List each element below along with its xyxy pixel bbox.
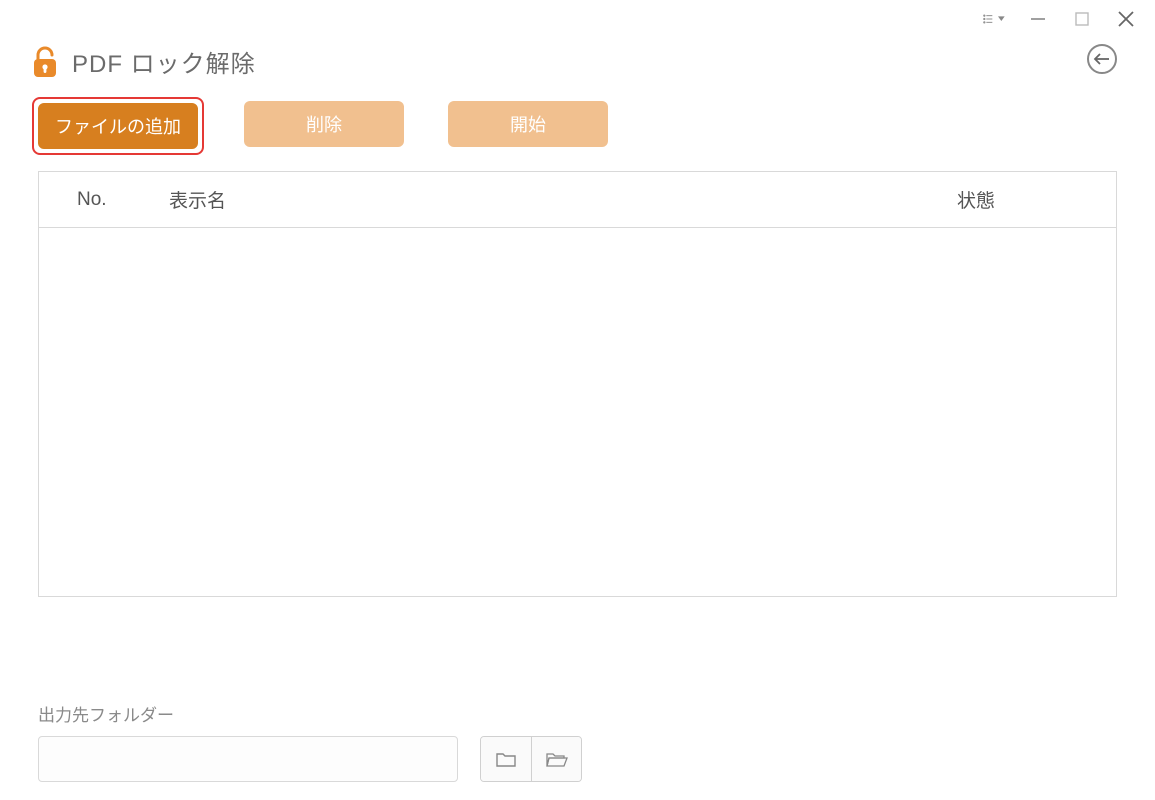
open-folder-button[interactable] bbox=[531, 737, 581, 781]
delete-button[interactable]: 削除 bbox=[244, 101, 404, 147]
start-button[interactable]: 開始 bbox=[448, 101, 608, 147]
back-arrow-icon bbox=[1093, 53, 1111, 65]
file-table: No. 表示名 状態 bbox=[38, 171, 1117, 597]
col-header-status: 状態 bbox=[836, 186, 1116, 213]
page-title: PDF ロック解除 bbox=[72, 44, 256, 79]
output-section: 出力先フォルダー bbox=[38, 701, 582, 782]
table-header: No. 表示名 状態 bbox=[39, 172, 1116, 228]
folder-open-icon bbox=[546, 751, 568, 767]
back-button[interactable] bbox=[1087, 44, 1117, 74]
folder-buttons bbox=[480, 736, 582, 782]
output-path-field[interactable] bbox=[38, 736, 458, 782]
output-label: 出力先フォルダー bbox=[38, 701, 582, 726]
folder-icon bbox=[496, 751, 516, 767]
add-file-button[interactable]: ファイルの追加 bbox=[38, 103, 198, 149]
lock-icon bbox=[30, 45, 60, 79]
add-file-highlight: ファイルの追加 bbox=[36, 101, 200, 151]
toolbar: ファイルの追加 削除 開始 bbox=[0, 79, 1155, 151]
col-header-name: 表示名 bbox=[159, 186, 836, 213]
table-body bbox=[39, 228, 1116, 596]
header: PDF ロック解除 bbox=[0, 0, 1155, 79]
browse-folder-button[interactable] bbox=[481, 737, 531, 781]
col-header-no: No. bbox=[39, 189, 159, 211]
output-row bbox=[38, 736, 582, 782]
